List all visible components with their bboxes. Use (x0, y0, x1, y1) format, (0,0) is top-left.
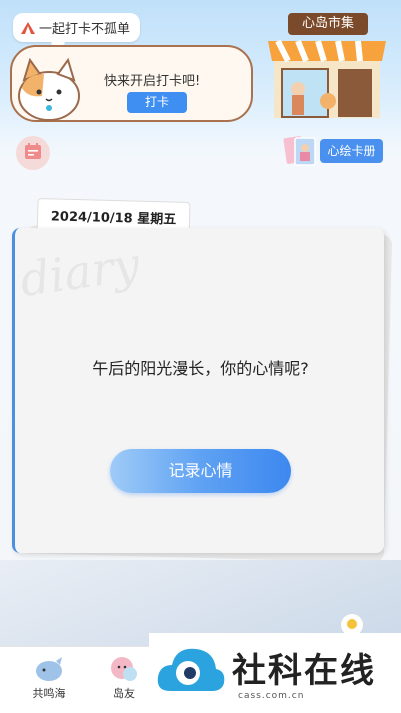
bubble-text: 一起打卡不孤单 (39, 22, 131, 37)
shop-sign: 心岛市集 (288, 13, 368, 35)
checkin-button[interactable]: 打卡 (127, 92, 187, 113)
friends-icon (109, 655, 139, 683)
card-album-button[interactable]: 心绘卡册 (283, 135, 383, 167)
nav-item-islanders[interactable]: 岛友 (94, 655, 154, 701)
brand-url: cass.com.cn (238, 691, 305, 701)
brand-text: 社科在线 (232, 651, 376, 691)
card-album-label: 心绘卡册 (320, 139, 383, 163)
cat-mascot-icon (14, 52, 84, 124)
nav-label: 岛友 (113, 687, 135, 700)
nav-label: 共鸣海 (32, 687, 66, 700)
whale-icon (34, 655, 64, 683)
nav-item-resonance-sea[interactable]: 共鸣海 (19, 655, 79, 701)
mood-question: 午后的阳光漫长，你的心情呢? (92, 359, 309, 378)
checkin-prompt: 快来开启打卡吧! (104, 74, 201, 89)
card-album-icon (283, 135, 319, 167)
sun-icon (345, 616, 359, 635)
calendar-icon (23, 141, 43, 165)
tent-icon (21, 21, 35, 34)
calendar-button[interactable] (16, 136, 50, 170)
speech-bubble: 一起打卡不孤单 (13, 13, 141, 42)
record-mood-button[interactable]: 记录心情 (110, 449, 291, 493)
cloud-logo-icon (156, 643, 226, 695)
